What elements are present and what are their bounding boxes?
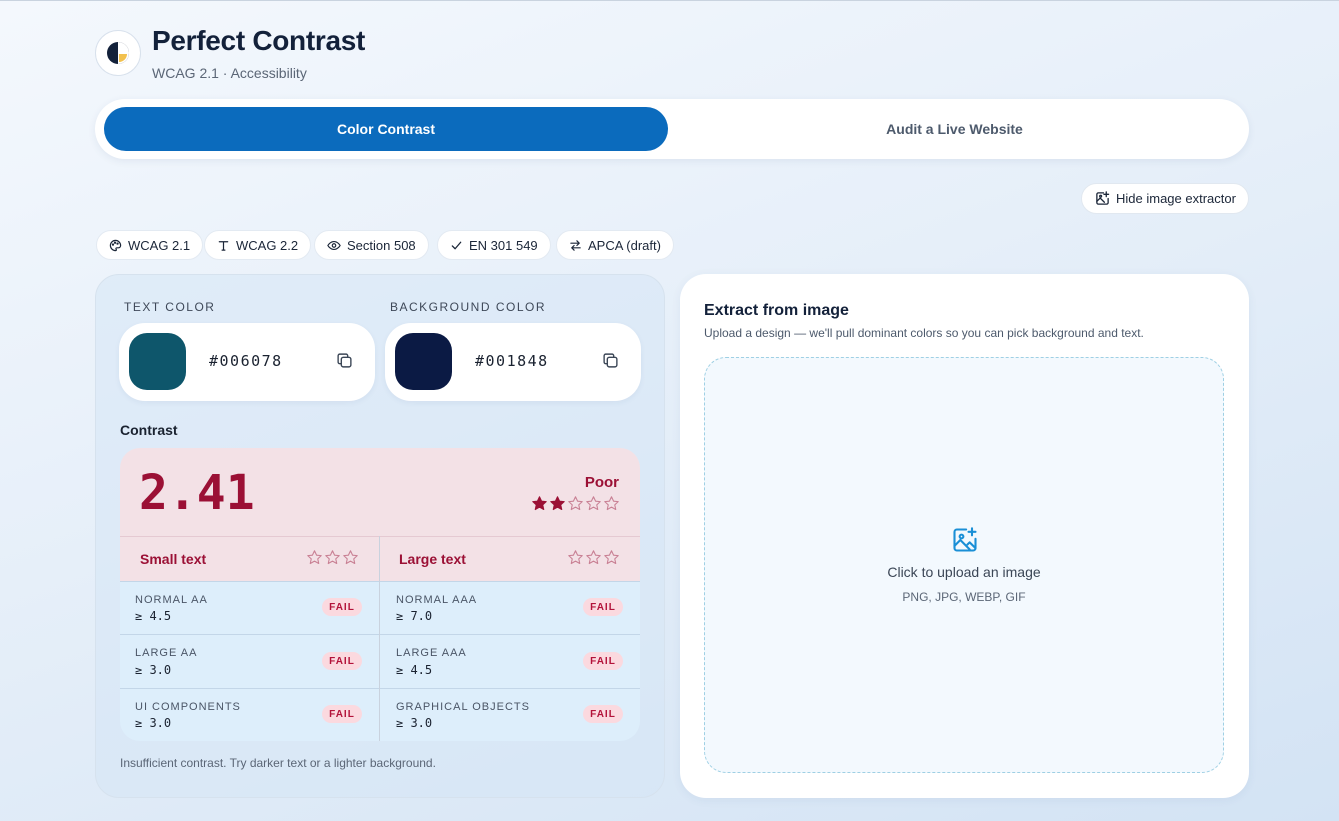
text-color-picker: #006078 bbox=[119, 323, 375, 401]
criterion-threshold: ≥ 3.0 bbox=[135, 663, 172, 677]
background-color-label: BACKGROUND COLOR bbox=[390, 300, 547, 314]
image-extractor-panel: Extract from image Upload a design — we'… bbox=[680, 274, 1249, 798]
upload-formats: PNG, JPG, WEBP, GIF bbox=[902, 590, 1026, 604]
contrast-result-card: 2.41 Poor Small text Large text NORMAL A… bbox=[120, 448, 640, 741]
tab-audit-website[interactable]: Audit a Live Website bbox=[668, 107, 1241, 151]
criterion-name: NORMAL AAA bbox=[396, 594, 478, 606]
star-empty-icon bbox=[586, 550, 601, 565]
star-empty-icon bbox=[343, 550, 358, 565]
criterion-name: NORMAL AA bbox=[135, 594, 208, 606]
criterion-threshold: ≥ 4.5 bbox=[396, 663, 433, 677]
divider bbox=[120, 688, 640, 689]
criterion-threshold: ≥ 4.5 bbox=[135, 609, 172, 623]
criterion-threshold: ≥ 7.0 bbox=[396, 609, 433, 623]
eye-icon bbox=[327, 240, 341, 250]
text-color-hex[interactable]: #006078 bbox=[209, 352, 283, 370]
large-text-heading: Large text bbox=[399, 551, 466, 567]
standard-pill-label: WCAG 2.1 bbox=[128, 237, 191, 253]
text-color-label: TEXT COLOR bbox=[124, 300, 216, 314]
status-badge: FAIL bbox=[583, 598, 623, 616]
small-text-heading: Small text bbox=[140, 551, 207, 567]
status-badge: FAIL bbox=[322, 598, 362, 616]
standard-pill-wcag21[interactable]: WCAG 2.1 bbox=[96, 230, 204, 260]
star-filled-icon bbox=[550, 496, 565, 511]
app-title: Perfect Contrast bbox=[152, 25, 366, 56]
palette-icon bbox=[109, 239, 122, 251]
standard-pill-label: WCAG 2.2 bbox=[236, 237, 299, 253]
criterion-name: GRAPHICAL OBJECTS bbox=[396, 701, 530, 713]
extractor-subtitle: Upload a design — we'll pull dominant co… bbox=[704, 326, 1144, 340]
contrast-logo-icon bbox=[107, 42, 129, 64]
standard-pill-label: APCA (draft) bbox=[588, 237, 661, 253]
background-color-hex[interactable]: #001848 bbox=[475, 352, 549, 370]
contrast-heading: Contrast bbox=[120, 422, 178, 438]
check-icon bbox=[451, 241, 462, 249]
text-color-swatch[interactable] bbox=[129, 333, 186, 390]
criterion-name: UI COMPONENTS bbox=[135, 701, 241, 713]
star-empty-icon bbox=[307, 550, 322, 565]
standard-pill-label: EN 301 549 bbox=[469, 237, 538, 253]
background-color-picker: #001848 bbox=[385, 323, 641, 401]
criterion-name: LARGE AA bbox=[135, 647, 198, 659]
status-badge: FAIL bbox=[583, 705, 623, 723]
star-filled-icon bbox=[532, 496, 547, 511]
star-empty-icon bbox=[604, 550, 619, 565]
hide-extractor-label: Hide image extractor bbox=[1116, 191, 1236, 206]
rating-stars bbox=[531, 495, 620, 512]
contrast-hint: Insufficient contrast. Try darker text o… bbox=[120, 756, 436, 770]
app-logo bbox=[95, 30, 141, 76]
hide-extractor-button[interactable]: Hide image extractor bbox=[1081, 183, 1249, 214]
image-upload-dropzone[interactable]: Click to upload an image PNG, JPG, WEBP,… bbox=[704, 357, 1224, 773]
copy-icon[interactable] bbox=[336, 352, 353, 369]
large-text-stars bbox=[567, 549, 620, 566]
star-empty-icon bbox=[568, 496, 583, 511]
extractor-title: Extract from image bbox=[704, 302, 849, 319]
status-badge: FAIL bbox=[322, 705, 362, 723]
type-icon bbox=[218, 240, 229, 251]
standard-pill-label: Section 508 bbox=[347, 237, 416, 253]
contrast-ratio: 2.41 bbox=[139, 465, 255, 521]
star-empty-icon bbox=[604, 496, 619, 511]
image-plus-icon bbox=[1096, 191, 1110, 205]
star-empty-icon bbox=[586, 496, 601, 511]
standard-pill-wcag22[interactable]: WCAG 2.2 bbox=[204, 230, 312, 260]
background-color-swatch[interactable] bbox=[395, 333, 452, 390]
app-subtitle: WCAG 2.1 · Accessibility bbox=[152, 65, 307, 81]
criterion-threshold: ≥ 3.0 bbox=[135, 716, 172, 730]
divider bbox=[120, 536, 640, 537]
status-badge: FAIL bbox=[583, 652, 623, 670]
image-upload-icon bbox=[953, 527, 977, 552]
small-text-stars bbox=[306, 549, 359, 566]
star-empty-icon bbox=[325, 550, 340, 565]
swap-arrows-icon bbox=[570, 239, 581, 251]
standard-pill-en301549[interactable]: EN 301 549 bbox=[437, 230, 551, 260]
standard-pill-apca[interactable]: APCA (draft) bbox=[556, 230, 674, 260]
mode-tabs: Color Contrast Audit a Live Website bbox=[95, 99, 1249, 159]
status-badge: FAIL bbox=[322, 652, 362, 670]
contrast-rating: Poor bbox=[584, 474, 619, 491]
divider bbox=[379, 536, 380, 741]
divider bbox=[120, 581, 640, 582]
star-empty-icon bbox=[568, 550, 583, 565]
criterion-name: LARGE AAA bbox=[396, 647, 467, 659]
copy-icon[interactable] bbox=[602, 352, 619, 369]
criterion-threshold: ≥ 3.0 bbox=[396, 716, 433, 730]
tab-color-contrast[interactable]: Color Contrast bbox=[104, 107, 668, 151]
standard-pill-section508[interactable]: Section 508 bbox=[314, 230, 429, 260]
divider bbox=[120, 634, 640, 635]
upload-label: Click to upload an image bbox=[887, 564, 1041, 580]
